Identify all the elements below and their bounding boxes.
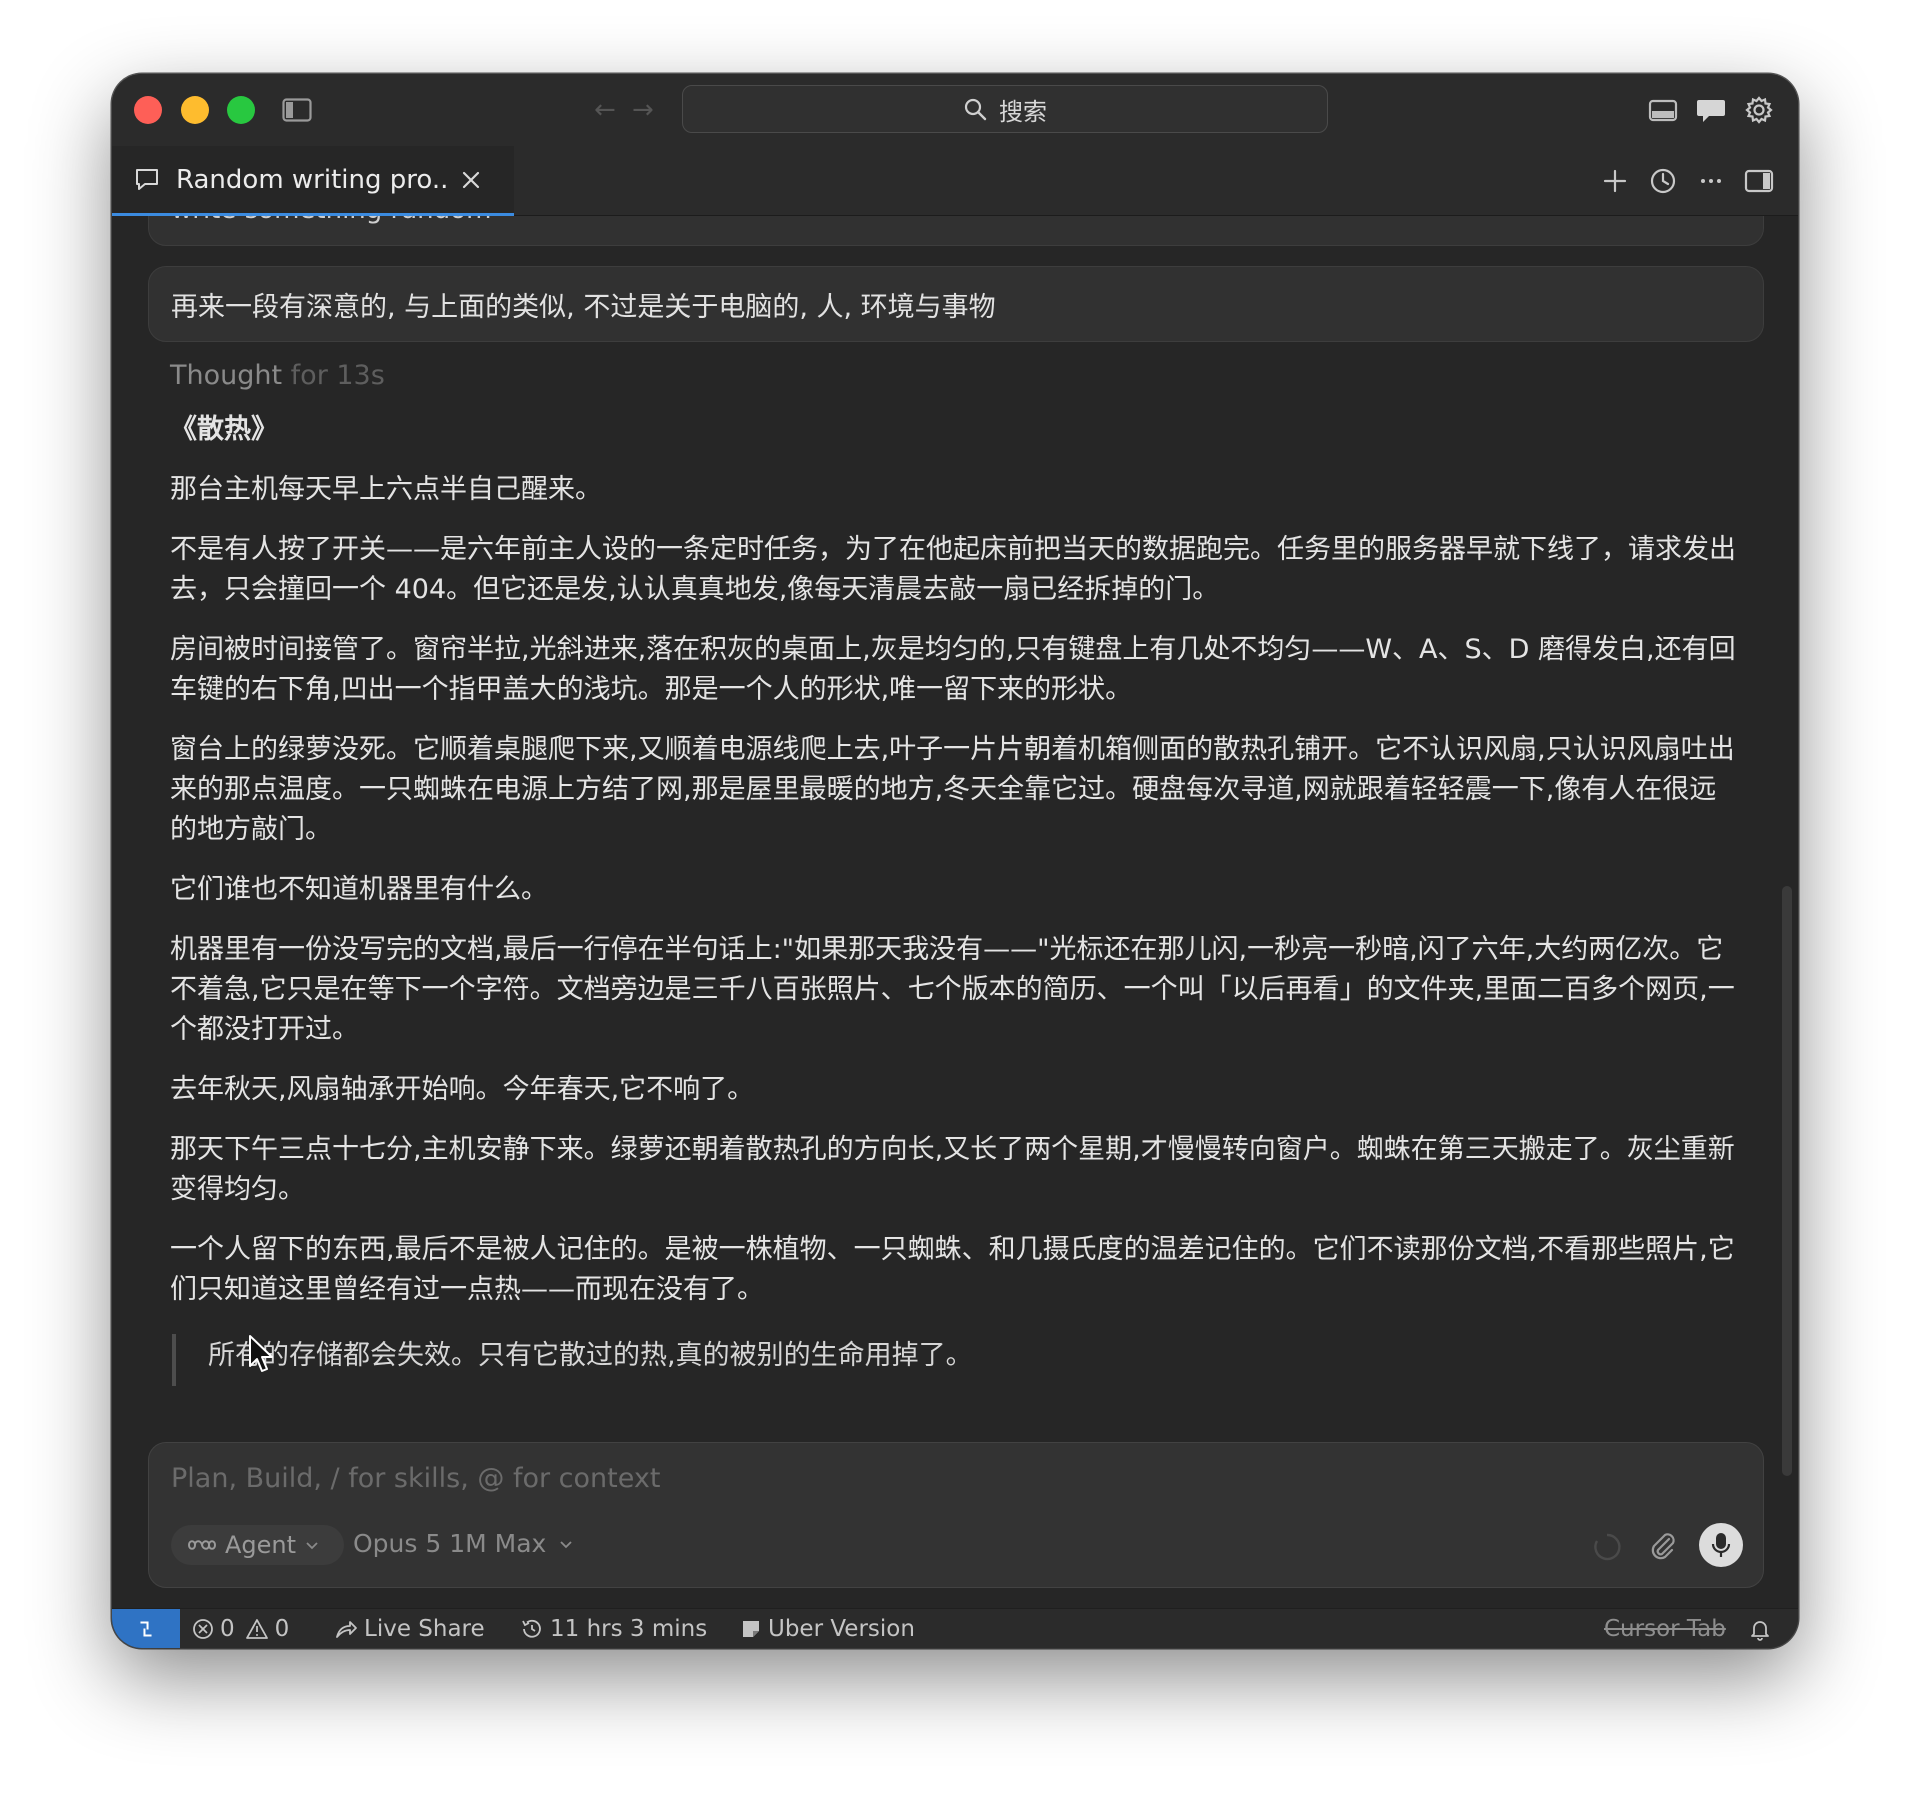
chevron-down-icon [560,1540,572,1548]
chat-icon [136,168,158,190]
session-time-label: 11 hrs 3 mins [550,1616,708,1642]
live-share-icon [336,1621,357,1638]
history-clock-icon[interactable] [1646,164,1680,198]
response-paragraph: 窗台上的绿萝没死。它顺着桌腿爬下来,又顺着电源线爬上去,叶子一片片朝着机箱侧面的… [170,734,1735,845]
maximize-window-button[interactable] [227,96,255,124]
previous-user-message[interactable]: write something random [148,216,1764,246]
warning-triangle-icon [245,1619,268,1639]
more-options-icon[interactable] [1694,164,1728,198]
title-bar: ← → 搜索 [112,74,1798,146]
forward-arrow-icon[interactable]: → [632,96,654,124]
mouse-pointer-icon [249,1335,273,1372]
live-share-button[interactable]: Live Share [334,1609,485,1648]
microphone-icon [1711,1533,1731,1557]
history-icon [522,1619,541,1638]
response-paragraph: 房间被时间接管了。窗帘半拉,光斜进来,落在积灰的桌面上,灰是均匀的,只有键盘上有… [170,634,1736,705]
response-paragraph: 它们谁也不知道机器里有什么。 [170,874,548,905]
close-window-button[interactable] [134,96,162,124]
search-bar[interactable]: 搜索 [682,85,1328,133]
response-paragraph: 去年秋天,风扇轴承开始响。今年春天,它不响了。 [170,1074,755,1105]
notifications-button[interactable] [1748,1609,1778,1648]
new-chat-plus-icon[interactable] [1598,164,1632,198]
status-bar: 0 0 Live Share 11 hrs 3 mins Uber Versio… [112,1608,1798,1648]
version-label: Uber Version [768,1616,915,1642]
cursor-tab-toggle[interactable]: Cursor Tab [1604,1609,1726,1648]
search-icon [964,98,987,121]
tab-bar: Random writing pro... [112,146,1798,216]
thought-duration: for 13s [290,360,385,391]
loading-spinner-icon [1594,1533,1621,1561]
response-paragraph: 那台主机每天早上六点半自己醒来。 [170,474,602,505]
session-timer[interactable]: 11 hrs 3 mins [520,1609,707,1648]
user-message[interactable]: 再来一段有深意的, 与上面的类似, 不过是关于电脑的, 人, 环境与事物 [148,266,1764,342]
search-label: 搜索 [999,97,1047,126]
model-selector[interactable]: Opus 5 1M Max [353,1529,574,1558]
agent-mode-label: Agent [225,1531,297,1559]
response-paragraph: 那天下午三点十七分,主机安静下来。绿萝还朝着散热孔的方向长,又长了两个星期,才慢… [170,1134,1735,1205]
chat-scrollbar[interactable] [1782,886,1792,1476]
chat-composer[interactable]: Plan, Build, / for skills, @ for context… [148,1442,1764,1588]
response-paragraph: 不是有人按了开关——是六年前主人设的一条定时任务，为了在他起床前把当天的数据跑完… [170,534,1736,605]
attachment-paperclip-icon[interactable] [1645,1529,1679,1563]
composer-input[interactable]: Plan, Build, / for skills, @ for context [171,1463,660,1494]
thought-label: Thought [170,360,283,391]
sidebar-toggle-icon[interactable] [282,98,312,122]
close-tab-icon[interactable] [458,167,484,193]
agent-mode-selector[interactable]: Agent [171,1525,345,1565]
warning-count: 0 [274,1616,290,1642]
response-blockquote: 所有的存储都会失效。只有它散过的热,真的被别的生命用掉了。 [172,1334,1740,1386]
infinity-icon [187,1540,217,1550]
panel-layout-icon[interactable] [1646,94,1680,126]
back-arrow-icon[interactable]: ← [594,96,616,124]
response-title: 《散热》 [170,414,278,445]
chat-content: write something random 再来一段有深意的, 与上面的类似,… [112,216,1798,1516]
toggle-panel-icon[interactable] [1742,164,1776,198]
minimize-window-button[interactable] [181,96,209,124]
remote-icon [140,1621,152,1637]
bell-icon [1751,1621,1769,1641]
version-tag-icon [743,1621,759,1637]
chevron-down-icon [306,1542,318,1550]
remote-connection-button[interactable] [112,1609,180,1648]
cursor-tab-label: Cursor Tab [1604,1616,1726,1642]
problems-indicator[interactable]: 0 0 [192,1609,289,1648]
live-share-label: Live Share [364,1616,485,1642]
user-message-text: 再来一段有深意的, 与上面的类似, 不过是关于电脑的, 人, 环境与事物 [171,291,996,323]
assistant-response: 《散热》 那台主机每天早上六点半自己醒来。 不是有人按了开关——是六年前主人设的… [170,410,1740,1386]
version-indicator[interactable]: Uber Version [740,1609,915,1648]
tab-title: Random writing pro... [176,164,446,195]
settings-gear-icon[interactable] [1742,94,1776,126]
voice-input-button[interactable] [1699,1523,1743,1567]
thought-indicator[interactable]: Thought for 13s [170,360,385,391]
response-paragraph: 一个人留下的东西,最后不是被人记住的。是被一株植物、一只蜘蛛、和几摄氏度的温差记… [170,1234,1735,1305]
tab-chat[interactable]: Random writing pro... [112,146,514,216]
response-paragraph: 机器里有一份没写完的文档,最后一行停在半句话上:"如果那天我没有——"光标还在那… [170,934,1735,1045]
error-circle-icon [193,1619,213,1639]
chat-bubble-icon[interactable] [1694,94,1728,126]
error-count: 0 [220,1616,235,1642]
model-label: Opus 5 1M Max [353,1529,547,1558]
app-window: ← → 搜索 Random writing pro... 再来一段有深意的, 与… [112,74,1798,1648]
